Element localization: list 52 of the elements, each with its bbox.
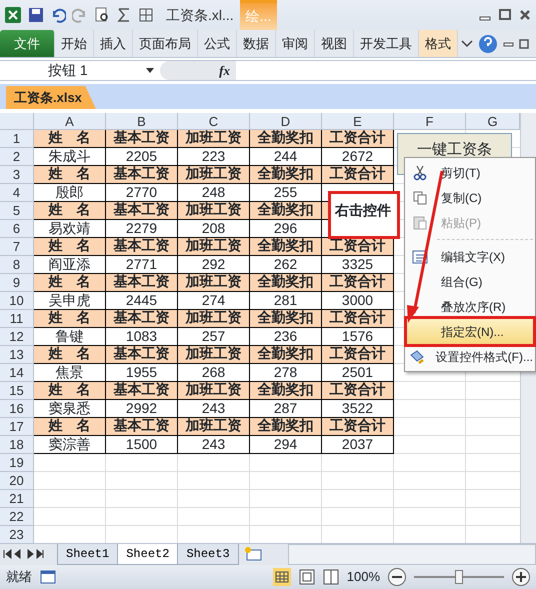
column-title: 基本工资	[106, 418, 178, 436]
column-title: 加班工资	[178, 310, 250, 328]
column-title: 姓 名	[34, 418, 106, 436]
table-cell: 窦淙善	[34, 436, 106, 454]
column-title: 工资合计	[322, 166, 394, 184]
column-title: 工资合计	[322, 346, 394, 364]
status-text: 就绪	[6, 568, 32, 586]
column-title: 工资合计	[322, 130, 394, 148]
column-title: 工资合计	[322, 418, 394, 436]
column-title: 加班工资	[178, 130, 250, 148]
column-title: 基本工资	[106, 238, 178, 256]
column-title: 工资合计	[322, 310, 394, 328]
column-title: 全勤奖扣	[250, 382, 322, 400]
column-title: 加班工资	[178, 382, 250, 400]
column-title: 工资合计	[322, 382, 394, 400]
column-title: 姓 名	[34, 382, 106, 400]
column-title: 加班工资	[178, 274, 250, 292]
column-title: 基本工资	[106, 346, 178, 364]
column-title: 全勤奖扣	[250, 346, 322, 364]
column-title: 全勤奖扣	[250, 310, 322, 328]
column-title: 基本工资	[106, 310, 178, 328]
table-cell: 243	[178, 436, 250, 454]
column-title: 全勤奖扣	[250, 166, 322, 184]
column-title: 全勤奖扣	[250, 238, 322, 256]
column-title: 全勤奖扣	[250, 130, 322, 148]
column-title: 姓 名	[34, 166, 106, 184]
column-title: 姓 名	[34, 238, 106, 256]
column-title: 基本工资	[106, 130, 178, 148]
column-title: 基本工资	[106, 202, 178, 220]
column-title: 全勤奖扣	[250, 202, 322, 220]
column-title: 加班工资	[178, 166, 250, 184]
table-cell: 2037	[322, 436, 394, 454]
column-title: 工资合计	[322, 274, 394, 292]
column-title: 基本工资	[106, 382, 178, 400]
column-title: 姓 名	[34, 202, 106, 220]
callout-label: 右击控件	[328, 191, 400, 239]
column-title: 姓 名	[34, 274, 106, 292]
column-title: 加班工资	[178, 202, 250, 220]
column-title: 基本工资	[106, 274, 178, 292]
table-cell: 1500	[106, 436, 178, 454]
column-title: 工资合计	[322, 238, 394, 256]
column-title: 全勤奖扣	[250, 274, 322, 292]
table-cell: 294	[250, 436, 322, 454]
column-title: 姓 名	[34, 130, 106, 148]
column-title: 加班工资	[178, 238, 250, 256]
column-title: 加班工资	[178, 418, 250, 436]
column-title: 全勤奖扣	[250, 418, 322, 436]
column-title: 加班工资	[178, 346, 250, 364]
window-title: 工资条.xl...	[166, 6, 234, 24]
column-title: 姓 名	[34, 310, 106, 328]
column-title: 姓 名	[34, 346, 106, 364]
column-title: 基本工资	[106, 166, 178, 184]
